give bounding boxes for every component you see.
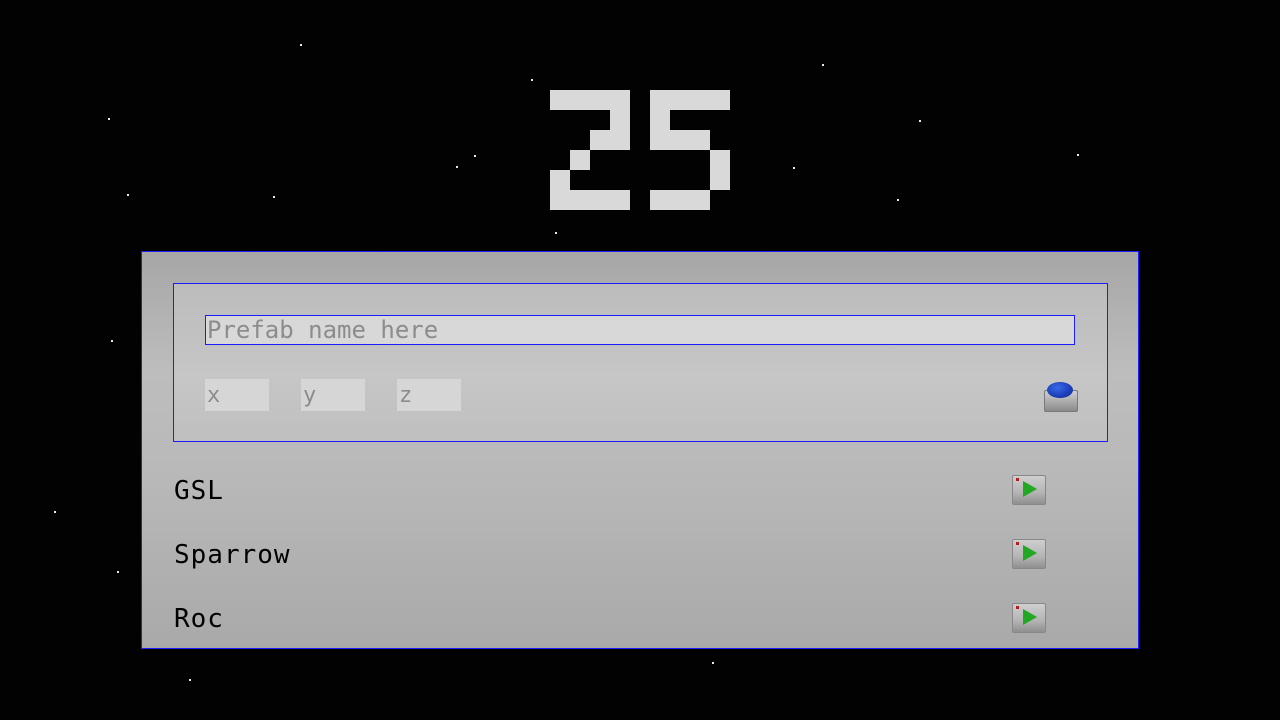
- prefab-label: Sparrow: [174, 540, 291, 570]
- star: [1077, 154, 1079, 156]
- prefab-panel: GSL Sparrow Roc: [141, 251, 1139, 649]
- indicator-dot-icon: [1016, 542, 1019, 545]
- star: [793, 167, 795, 169]
- star: [273, 196, 275, 198]
- star: [822, 64, 824, 66]
- star: [531, 79, 533, 81]
- star: [555, 232, 557, 234]
- star: [300, 44, 302, 46]
- level-number: 25: [540, 80, 740, 220]
- star: [127, 194, 129, 196]
- play-icon: [1023, 609, 1037, 625]
- list-item: Roc: [174, 599, 1054, 639]
- list-item: GSL: [174, 471, 1054, 511]
- indicator-dot-icon: [1016, 478, 1019, 481]
- prefab-label: Roc: [174, 604, 224, 634]
- list-item: Sparrow: [174, 535, 1054, 575]
- star: [474, 155, 476, 157]
- play-icon: [1023, 545, 1037, 561]
- star: [117, 571, 119, 573]
- star: [189, 679, 191, 681]
- indicator-dot-icon: [1016, 606, 1019, 609]
- level-number-digits: [550, 90, 730, 210]
- prefab-label: GSL: [174, 476, 224, 506]
- star: [54, 511, 56, 513]
- spawn-prefab-button[interactable]: [1012, 475, 1046, 505]
- star: [111, 340, 113, 342]
- prefab-list: GSL Sparrow Roc: [142, 252, 1138, 648]
- spawn-prefab-button[interactable]: [1012, 603, 1046, 633]
- star: [919, 120, 921, 122]
- star: [108, 118, 110, 120]
- play-icon: [1023, 481, 1037, 497]
- star: [456, 166, 458, 168]
- spawn-prefab-button[interactable]: [1012, 539, 1046, 569]
- star: [712, 662, 714, 664]
- star: [897, 199, 899, 201]
- game-screen: 25 GSL Sparrow: [0, 0, 1280, 720]
